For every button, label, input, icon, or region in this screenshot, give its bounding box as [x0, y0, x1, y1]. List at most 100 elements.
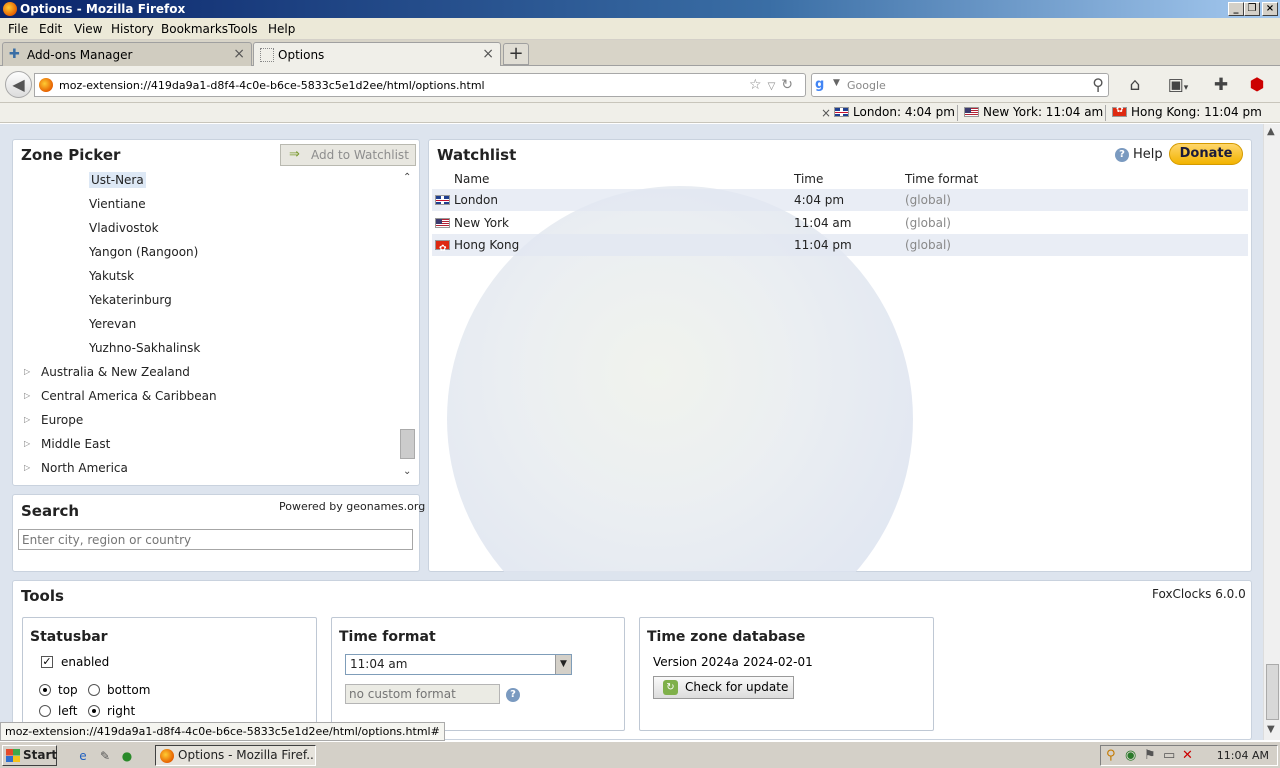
task-label: Options - Mozilla Firef... — [178, 748, 316, 762]
page-icon — [260, 48, 274, 62]
tree-item-region[interactable]: ▷ North America — [14, 458, 394, 478]
restore-button[interactable]: ❐ — [1244, 2, 1260, 16]
tab-label: Options — [278, 48, 325, 62]
watchlist-row[interactable]: London 4:04 pm (global) — [432, 189, 1248, 211]
menu-history[interactable]: History — [111, 22, 154, 36]
reload-icon[interactable]: ↻ — [781, 77, 799, 93]
tab-label: Add-ons Manager — [27, 48, 133, 62]
dropdown-icon[interactable]: ▽ — [768, 81, 782, 92]
menu-view[interactable]: View — [74, 22, 102, 36]
watchlist-row[interactable]: Hong Kong 11:04 pm (global) — [432, 234, 1248, 260]
tree-item-city[interactable]: Yerevan — [89, 314, 136, 334]
clock-new-york[interactable]: New York: 11:04 am — [964, 105, 1103, 119]
search-icon[interactable]: ⚲ — [1092, 75, 1104, 94]
watchlist-row[interactable]: New York 11:04 am (global) — [432, 212, 1248, 234]
help-icon[interactable]: ? — [506, 688, 520, 702]
google-icon[interactable]: g — [815, 77, 831, 93]
notepad-icon[interactable]: ✎ — [97, 748, 113, 764]
hk-flag-icon — [1112, 105, 1127, 117]
zone-tree-scrollbar[interactable]: ⌃ ⌄ — [399, 170, 416, 482]
us-flag-icon — [964, 107, 979, 117]
scroll-up-icon[interactable]: ▲ — [1267, 126, 1275, 137]
new-tab-button[interactable]: + — [503, 43, 529, 65]
tree-item-city[interactable]: Yakutsk — [89, 266, 134, 286]
clock-label: New York: 11:04 am — [983, 105, 1104, 119]
divider — [1105, 105, 1106, 121]
tab-addons-manager[interactable]: ✚ Add-ons Manager × — [2, 42, 252, 66]
menu-tools[interactable]: Tools — [228, 22, 258, 36]
network-icon[interactable]: ◉ — [1125, 748, 1136, 763]
add-to-watchlist-button[interactable]: ⇒ Add to Watchlist — [280, 144, 416, 166]
magnifier-icon[interactable]: ⚲ — [1106, 748, 1116, 763]
time-format-select[interactable]: 11:04 am ▼ — [345, 654, 572, 675]
expand-icon[interactable]: ▷ — [24, 386, 30, 406]
scrollbar-thumb[interactable] — [1266, 664, 1279, 720]
powered-by-link[interactable]: Powered by geonames.org — [279, 500, 425, 513]
tree-item-city[interactable]: Ust-Nera — [89, 170, 146, 190]
chevron-down-icon[interactable]: ▼ — [833, 78, 840, 88]
scrollbar-thumb[interactable] — [400, 429, 415, 459]
tree-item-region[interactable]: ▷ Middle East — [14, 434, 394, 454]
browser-icon[interactable]: ● — [119, 748, 135, 764]
close-tab-icon[interactable]: × — [233, 46, 245, 62]
ie-icon[interactable]: e — [75, 748, 91, 764]
search-bar[interactable]: g ▼ Google ⚲ — [811, 73, 1109, 97]
expand-icon[interactable]: ▷ — [24, 410, 30, 430]
right-radio[interactable] — [88, 705, 100, 717]
tree-item-region[interactable]: ▷ Australia & New Zealand — [14, 362, 394, 382]
column-header-name[interactable]: Name — [454, 172, 489, 186]
bookmark-star-icon[interactable]: ☆ — [749, 77, 768, 93]
home-icon[interactable]: ⌂ — [1124, 74, 1146, 96]
column-header-format[interactable]: Time format — [905, 172, 978, 186]
top-radio[interactable] — [39, 684, 51, 696]
taskbar-item-firefox[interactable]: Options - Mozilla Firef... — [155, 745, 316, 766]
close-icon[interactable]: × — [821, 106, 831, 120]
check-for-update-button[interactable]: ↻ Check for update — [653, 676, 794, 699]
menu-file[interactable]: File — [8, 22, 28, 36]
url-bar[interactable]: moz-extension://419da9a1-d8f4-4c0e-b6ce-… — [34, 73, 806, 97]
chevron-down-icon[interactable]: ⌄ — [403, 466, 411, 477]
help-link[interactable]: Help — [1133, 147, 1163, 162]
tree-item-region[interactable]: ▷ Europe — [14, 410, 394, 430]
enabled-checkbox[interactable]: ✓ — [41, 656, 53, 668]
volume-muted-icon[interactable]: ✕ — [1182, 748, 1193, 763]
expand-icon[interactable]: ▷ — [24, 362, 30, 382]
tree-item-city[interactable]: Vientiane — [89, 194, 146, 214]
flag-icon[interactable]: ⚑ — [1144, 748, 1156, 763]
scroll-down-icon[interactable]: ▼ — [1267, 724, 1275, 735]
tree-item-city[interactable]: Yuzhno-Sakhalinsk — [89, 338, 200, 358]
expand-icon[interactable]: ▷ — [24, 458, 30, 478]
tree-item-city[interactable]: Yangon (Rangoon) — [89, 242, 198, 262]
donate-button[interactable]: Donate — [1169, 143, 1243, 165]
tree-item-region[interactable]: ▷ Central America & Caribbean — [14, 386, 394, 406]
start-button[interactable]: Start — [2, 745, 57, 766]
monitor-icon[interactable]: ▭ — [1163, 748, 1175, 763]
tab-options[interactable]: Options × — [253, 42, 501, 67]
addons-icon[interactable]: ✚ — [1210, 74, 1232, 96]
close-window-button[interactable]: × — [1262, 2, 1278, 16]
clock-london[interactable]: London: 4:04 pm — [834, 105, 955, 119]
tree-item-city[interactable]: Vladivostok — [89, 218, 159, 238]
left-radio[interactable] — [39, 705, 51, 717]
chevron-up-icon[interactable]: ⌃ — [403, 172, 411, 183]
help-icon[interactable]: ? — [1115, 148, 1129, 162]
menu-help[interactable]: Help — [268, 22, 295, 36]
tree-item-city[interactable]: Yekaterinburg — [89, 290, 172, 310]
minimize-button[interactable]: _ — [1228, 2, 1244, 16]
clock-label: London: 4:04 pm — [853, 105, 955, 119]
menu-bookmarks[interactable]: Bookmarks — [161, 22, 228, 36]
chevron-down-icon[interactable]: ▼ — [555, 655, 571, 674]
clock-hong-kong[interactable]: Hong Kong: 11:04 pm — [1112, 105, 1262, 119]
page-scrollbar[interactable]: ▲ ▼ — [1263, 124, 1280, 740]
expand-icon[interactable]: ▷ — [24, 434, 30, 454]
right-label: right — [107, 704, 136, 718]
bookmarks-menu-icon[interactable]: ▣▾ — [1162, 74, 1194, 96]
close-tab-icon[interactable]: × — [482, 46, 494, 62]
bottom-radio[interactable] — [88, 684, 100, 696]
ublock-icon[interactable]: ⬢ — [1246, 74, 1268, 96]
custom-format-input[interactable] — [345, 684, 500, 704]
location-search-input[interactable] — [18, 529, 413, 550]
column-header-time[interactable]: Time — [794, 172, 823, 186]
back-button[interactable]: ◀ — [5, 71, 32, 98]
menu-edit[interactable]: Edit — [39, 22, 62, 36]
